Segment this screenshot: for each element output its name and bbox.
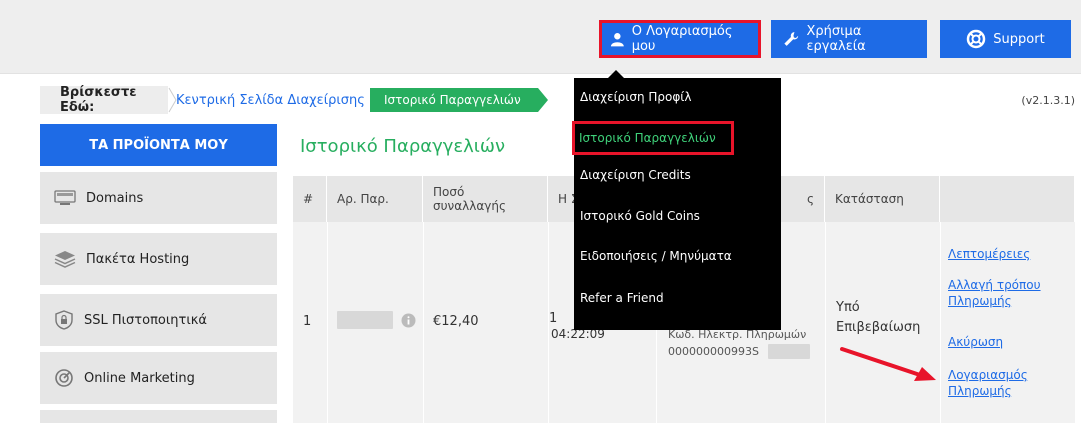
sidebar-item-hosting[interactable]: Πακέτα Hosting: [40, 233, 277, 285]
top-bar: Ο Λογαριασμός μου Χρήσιμα εργαλεία Suppo…: [0, 0, 1081, 74]
sidebar-item-domains[interactable]: Domains: [40, 172, 277, 224]
domains-icon: [54, 190, 76, 205]
account-dropdown-menu: Διαχείριση Προφίλ Διαχείριση Credits Ιστ…: [574, 78, 781, 330]
shield-lock-icon: [55, 310, 73, 330]
breadcrumb-home-link[interactable]: Κεντρική Σελίδα Διαχείρισης: [176, 86, 365, 114]
cancel-link[interactable]: Ακύρωση: [948, 334, 1003, 350]
wrench-icon: [784, 32, 799, 46]
change-payment-method-link[interactable]: Αλλαγή τρόπου Πληρωμής: [948, 277, 1058, 309]
sidebar-item-label: Online Marketing: [84, 370, 195, 386]
row-date-fragment: 1: [549, 311, 558, 326]
breadcrumb-current-arrow: [538, 88, 548, 112]
row-amount: €12,40: [433, 314, 479, 329]
menu-item-order-history[interactable]: Ιστορικό Παραγγελιών: [572, 121, 734, 155]
menu-item-notifications[interactable]: Ειδοποιήσεις / Μηνύματα: [580, 245, 732, 267]
sidebar-item-label: SSL Πιστοποιητικά: [84, 312, 207, 328]
column-header-status: Κατάσταση: [825, 176, 940, 222]
dropdown-arrow: [608, 70, 624, 78]
menu-item-manage-credits[interactable]: Διαχείριση Credits: [580, 164, 691, 186]
target-icon: [55, 369, 73, 387]
support-button[interactable]: Support: [940, 20, 1071, 58]
lifebuoy-icon: [967, 29, 986, 49]
breadcrumb-current: Ιστορικό Παραγγελιών: [370, 88, 538, 112]
sidebar-item-online-marketing[interactable]: Online Marketing: [40, 352, 277, 404]
column-header-index: #: [293, 176, 327, 222]
my-account-button[interactable]: Ο Λογαριασμός μου: [599, 20, 761, 58]
column-header-actions: [940, 176, 1075, 222]
row-payment-code: 000000000993S: [668, 345, 759, 358]
payment-account-link[interactable]: Λογαριασμός Πληρωμής: [948, 367, 1048, 399]
layers-icon: [54, 251, 76, 268]
user-icon: [610, 33, 624, 47]
support-label: Support: [993, 31, 1045, 47]
breadcrumb-here-label: Βρίσκεστε Εδώ:: [40, 85, 168, 115]
row-status: Υπό Επιβεβαίωση: [836, 300, 921, 335]
menu-item-refer-friend[interactable]: Refer a Friend: [580, 287, 664, 309]
info-icon[interactable]: [401, 313, 416, 328]
column-header-amount: Ποσό συναλλαγής: [423, 176, 548, 222]
sidebar-item-more[interactable]: [40, 410, 277, 423]
red-arrow-icon: [840, 347, 936, 381]
row-index: 1: [303, 314, 312, 329]
breadcrumb: Βρίσκεστε Εδώ: Κεντρική Σελίδα Διαχείρισ…: [40, 85, 1075, 115]
column-header-order-number: Αρ. Παρ.: [327, 176, 423, 222]
my-products-header[interactable]: ΤΑ ΠΡΟΪΟΝΤΑ ΜΟΥ: [40, 124, 277, 166]
menu-item-gold-coins[interactable]: Ιστορικό Gold Coins: [580, 205, 700, 227]
menu-item-manage-profile[interactable]: Διαχείριση Προφίλ: [580, 86, 691, 108]
details-link[interactable]: Λεπτομέρειες: [948, 246, 1030, 262]
order-number-redacted: [337, 311, 393, 329]
useful-tools-label: Χρήσιμα εργαλεία: [806, 24, 866, 54]
version-label: (v2.1.3.1): [1021, 93, 1075, 107]
payment-code-redacted: [768, 344, 810, 359]
useful-tools-button[interactable]: Χρήσιμα εργαλεία: [771, 20, 927, 58]
page-title: Ιστορικό Παραγγελιών: [300, 136, 506, 157]
my-account-label: Ο Λογαριασμός μου: [631, 24, 733, 54]
sidebar-item-label: Domains: [86, 190, 144, 206]
sidebar-item-label: Πακέτα Hosting: [86, 251, 190, 267]
sidebar-item-ssl[interactable]: SSL Πιστοποιητικά: [40, 294, 277, 346]
